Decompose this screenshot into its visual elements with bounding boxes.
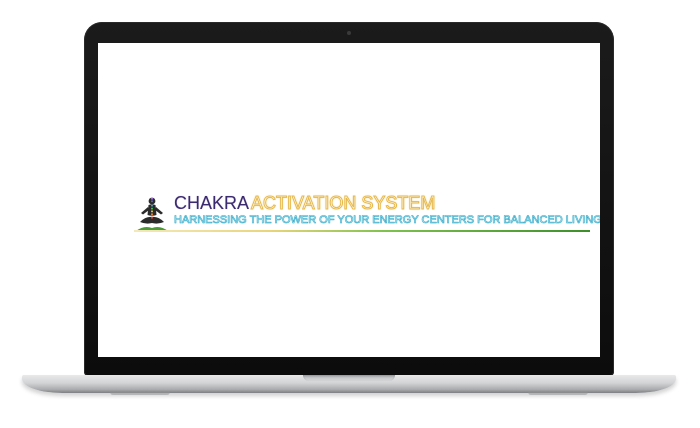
laptop-opening-notch xyxy=(303,375,395,381)
laptop-foot-left xyxy=(110,392,170,395)
logo-title-main: CHAKRA xyxy=(174,193,250,213)
chakra-logo: CHAKRA ACTIVATION SYSTEM HARNESSING THE P… xyxy=(134,193,600,237)
logo-underline xyxy=(134,230,590,232)
laptop-foot-right xyxy=(528,392,588,395)
camera-icon xyxy=(347,31,351,35)
logo-title: CHAKRA ACTIVATION SYSTEM xyxy=(174,193,436,215)
logo-tagline: HARNESSING THE POWER OF YOUR ENERGY CENT… xyxy=(174,214,600,227)
laptop-screen: CHAKRA ACTIVATION SYSTEM HARNESSING THE P… xyxy=(98,43,600,357)
laptop-mockup: CHAKRA ACTIVATION SYSTEM HARNESSING THE P… xyxy=(0,0,700,428)
meditating-figure-icon xyxy=(136,197,168,231)
logo-title-accent: ACTIVATION SYSTEM xyxy=(251,193,436,214)
